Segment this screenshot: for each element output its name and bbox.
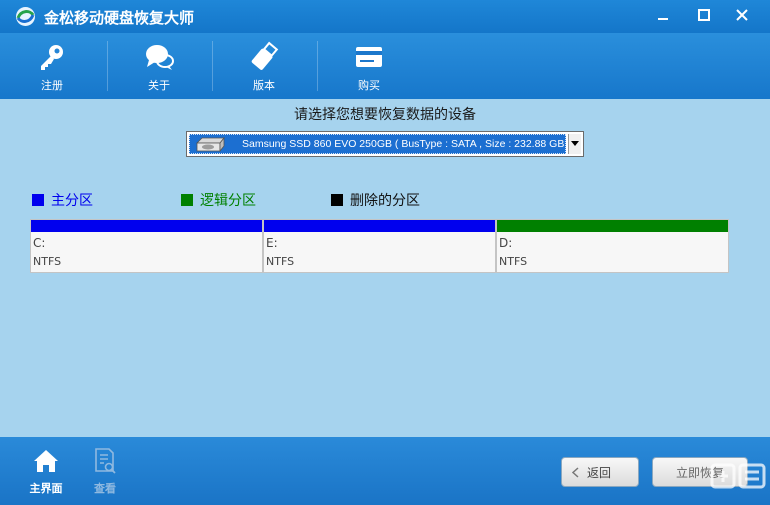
toolbar-label: 注册: [41, 79, 63, 92]
usb-stick-icon: [251, 41, 279, 70]
partition-filesystem: NTFS: [33, 255, 62, 268]
device-select[interactable]: Samsung SSD 860 EVO 250GB ( BusType : SA…: [186, 131, 584, 157]
back-button[interactable]: 返回: [561, 457, 639, 487]
toolbar-about-button[interactable]: 关于: [107, 37, 211, 95]
partition-letter: D:: [499, 236, 513, 250]
legend-deleted-partition: 删除的分区: [331, 192, 420, 209]
legend-swatch: [32, 194, 44, 206]
legend-label: 删除的分区: [350, 193, 420, 209]
toolbar-label: 版本: [253, 79, 275, 92]
partition-color-bar: [264, 220, 495, 232]
partition-c[interactable]: C: NTFS: [30, 219, 263, 273]
minimize-icon: [658, 18, 668, 20]
legend-primary-partition: 主分区: [32, 192, 93, 209]
window-title: 金松移动硬盘恢复大师: [44, 9, 195, 27]
partition-filesystem: NTFS: [266, 255, 295, 268]
legend-label: 主分区: [51, 193, 93, 209]
device-select-text: Samsung SSD 860 EVO 250GB ( BusType : SA…: [242, 138, 566, 150]
chat-bubbles-icon: [146, 45, 174, 70]
partition-d[interactable]: D: NTFS: [496, 219, 729, 273]
watermark-logo-icon: [710, 463, 766, 489]
close-button[interactable]: [727, 3, 757, 27]
close-icon: [736, 9, 748, 21]
nav-view-label: 查看: [94, 482, 116, 495]
partition-color-bar: [497, 220, 728, 232]
minimize-button[interactable]: [648, 3, 678, 27]
toolbar-label: 关于: [148, 79, 170, 92]
device-prompt: 请选择您想要恢复数据的设备: [294, 107, 476, 123]
maximize-button[interactable]: [689, 3, 719, 27]
partition-letter: E:: [266, 236, 278, 250]
partition-filesystem: NTFS: [499, 255, 528, 268]
credit-card-icon: [356, 47, 382, 67]
hard-drive-icon: [196, 137, 225, 153]
home-icon: [34, 450, 58, 472]
document-search-icon: [95, 448, 116, 474]
dropdown-button[interactable]: [568, 134, 581, 154]
back-label: 返回: [587, 465, 612, 480]
partition-e[interactable]: E: NTFS: [263, 219, 496, 273]
app-logo-icon: [16, 7, 35, 26]
device-select-value-area[interactable]: Samsung SSD 860 EVO 250GB ( BusType : SA…: [189, 134, 566, 154]
footer-bar: 主界面 查看 返回 立即恢复: [0, 437, 770, 505]
nav-home-label: 主界面: [29, 482, 63, 495]
toolbar-register-button[interactable]: 注册: [0, 37, 104, 95]
toolbar: 注册 关于 版本 购买: [0, 33, 770, 99]
title-bar: 金松移动硬盘恢复大师: [0, 0, 770, 33]
legend-swatch: [181, 194, 193, 206]
chevron-down-icon: [571, 141, 579, 146]
nav-home-button[interactable]: 主界面: [24, 445, 68, 497]
toolbar-label: 购买: [358, 79, 380, 92]
nav-view-button[interactable]: 查看: [83, 445, 127, 497]
toolbar-buy-button[interactable]: 购买: [317, 37, 421, 95]
chevron-left-icon: [572, 466, 579, 478]
legend-swatch: [331, 194, 343, 206]
legend-label: 逻辑分区: [200, 193, 256, 209]
partition-letter: C:: [33, 236, 46, 250]
toolbar-version-button[interactable]: 版本: [212, 37, 316, 95]
legend-logical-partition: 逻辑分区: [181, 192, 256, 209]
partition-color-bar: [31, 220, 262, 232]
maximize-icon: [698, 9, 710, 21]
key-icon: [41, 45, 63, 70]
